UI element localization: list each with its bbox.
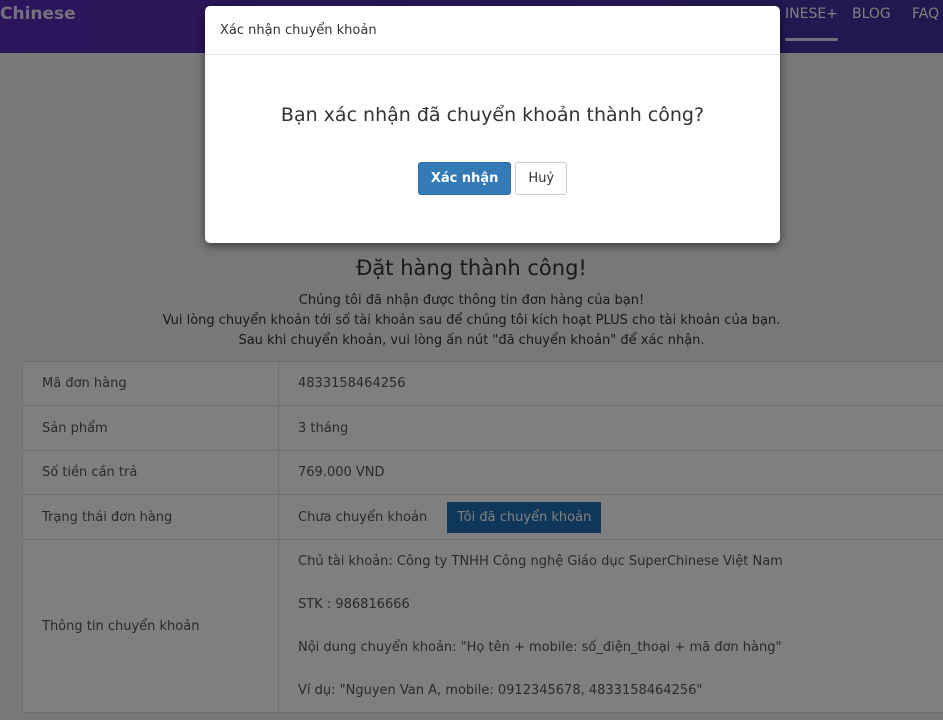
modal-title: Xác nhận chuyển khoản <box>205 6 780 55</box>
confirm-transfer-modal: Xác nhận chuyển khoản Bạn xác nhận đã ch… <box>205 6 780 243</box>
modal-actions: Xác nhận Huỷ <box>205 162 780 195</box>
modal-question: Bạn xác nhận đã chuyển khoản thành công? <box>280 104 705 126</box>
cancel-button[interactable]: Huỷ <box>515 162 568 195</box>
confirm-button[interactable]: Xác nhận <box>417 162 512 195</box>
